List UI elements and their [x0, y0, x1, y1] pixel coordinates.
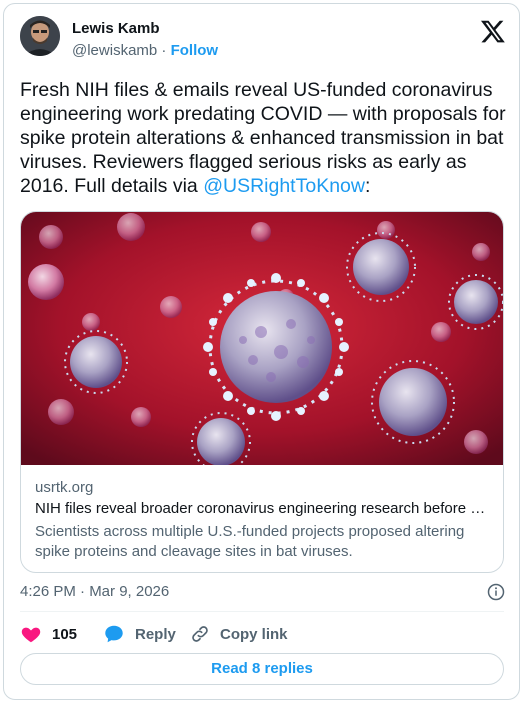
like-count: 105 [52, 625, 78, 643]
mention-link[interactable]: @USRightToKnow [203, 175, 365, 197]
reply-label: Reply [135, 625, 176, 643]
link-preview-card[interactable]: usrtk.org NIH files reveal broader coron… [20, 211, 504, 573]
action-bar: 105 Reply Copy link [20, 622, 504, 646]
read-replies-button[interactable]: Read 8 replies [20, 653, 504, 685]
heart-icon [21, 627, 41, 643]
like-button[interactable]: 105 [20, 622, 77, 646]
info-icon[interactable] [487, 583, 505, 601]
coronavirus-image[interactable] [21, 212, 503, 465]
x-logo-icon[interactable] [480, 18, 506, 44]
reply-icon [105, 625, 123, 643]
link-meta: usrtk.org NIH files reveal broader coron… [35, 478, 495, 562]
reply-button[interactable]: Reply [103, 622, 176, 646]
tweet-timestamp[interactable]: 4:26 PM · Mar 9, 2026 [20, 583, 169, 600]
link-title[interactable]: NIH files reveal broader coronavirus eng… [35, 498, 495, 520]
follow-button[interactable]: Follow [171, 42, 219, 59]
tweet-text: Fresh NIH files & emails reveal US-funde… [20, 78, 506, 198]
author-handle-row: @lewiskamb · Follow [72, 42, 218, 59]
author-name[interactable]: Lewis Kamb [72, 20, 160, 37]
copy-link-button[interactable]: Copy link [190, 622, 288, 646]
author-handle[interactable]: @lewiskamb [72, 42, 157, 59]
link-icon [192, 626, 208, 642]
link-description: Scientists across multiple U.S.-funded p… [35, 523, 465, 560]
tweet-body-end: : [364, 175, 371, 197]
avatar[interactable] [20, 16, 60, 56]
separator: · [161, 42, 167, 59]
copy-link-label: Copy link [220, 625, 288, 643]
link-domain: usrtk.org [35, 479, 94, 496]
divider [20, 611, 504, 612]
tweet-header: Lewis Kamb @lewiskamb · Follow [20, 14, 506, 66]
